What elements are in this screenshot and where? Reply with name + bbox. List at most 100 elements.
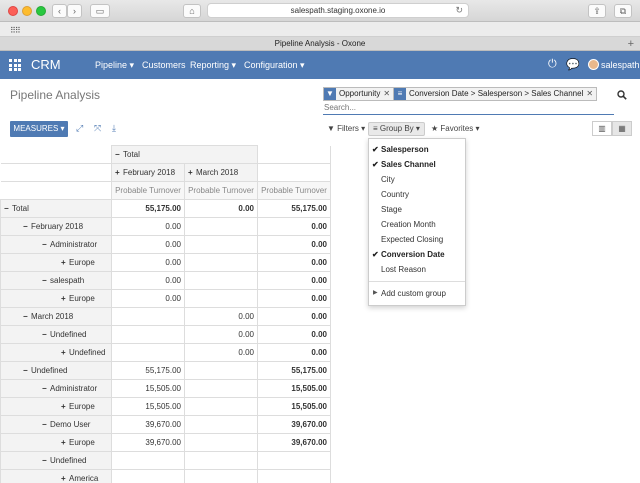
row-header[interactable]: + Undefined — [0, 343, 112, 362]
row-header[interactable]: − Undefined — [0, 325, 112, 344]
value-cell[interactable] — [184, 253, 258, 272]
back-button[interactable]: ‹ — [52, 4, 67, 18]
facet-groupby[interactable]: ≡ Conversion Date > Salesperson > Sales … — [393, 87, 598, 101]
value-cell[interactable]: 55,175.00 — [257, 199, 331, 218]
col-header-feb[interactable]: + February 2018 — [111, 163, 185, 182]
groupby-option[interactable]: Lost Reason — [369, 262, 465, 277]
value-cell[interactable] — [184, 361, 258, 380]
sidebar-toggle-button[interactable]: ▭ — [90, 4, 110, 18]
favorites-button[interactable]: ★ Favorites ▾ — [427, 122, 484, 136]
value-cell[interactable]: 0.00 — [111, 235, 185, 254]
search-input[interactable] — [323, 101, 614, 115]
top-sites-icon[interactable]: ⠿⠿ — [10, 26, 21, 35]
value-cell[interactable]: 15,505.00 — [111, 397, 185, 416]
groupby-option[interactable]: Stage — [369, 202, 465, 217]
value-cell[interactable]: 0.00 — [111, 271, 185, 290]
new-tab-icon[interactable]: + — [628, 37, 634, 51]
groupby-option[interactable]: Country — [369, 187, 465, 202]
value-cell[interactable] — [184, 469, 258, 483]
value-cell[interactable]: 0.00 — [257, 235, 331, 254]
value-cell[interactable] — [184, 217, 258, 236]
value-cell[interactable] — [257, 469, 331, 483]
value-cell[interactable]: 15,505.00 — [257, 379, 331, 398]
row-header[interactable]: − Administrator — [0, 379, 112, 398]
col-header-total[interactable]: − Total — [111, 145, 258, 164]
value-cell[interactable]: 0.00 — [257, 289, 331, 308]
menu-configuration[interactable]: Configuration ▾ — [244, 60, 305, 71]
value-cell[interactable] — [257, 451, 331, 470]
value-cell[interactable]: 39,670.00 — [111, 433, 185, 452]
measure-header[interactable]: Probable Turnover — [111, 181, 185, 200]
zoom-window-button[interactable] — [36, 6, 46, 16]
row-header[interactable]: − March 2018 — [0, 307, 112, 326]
value-cell[interactable] — [111, 343, 185, 362]
facet-filter[interactable]: ▼ Opportunity ✕ — [323, 87, 395, 101]
row-header[interactable]: + America — [0, 469, 112, 483]
value-cell[interactable]: 55,175.00 — [257, 361, 331, 380]
value-cell[interactable]: 0.00 — [257, 253, 331, 272]
filters-button[interactable]: ▼ Filters ▾ — [323, 122, 369, 136]
remove-facet-icon[interactable]: ✕ — [586, 88, 596, 100]
close-window-button[interactable] — [8, 6, 18, 16]
value-cell[interactable] — [184, 433, 258, 452]
value-cell[interactable]: 0.00 — [257, 271, 331, 290]
chat-icon[interactable]: 💬 — [566, 58, 580, 71]
value-cell[interactable]: 0.00 — [257, 217, 331, 236]
address-bar[interactable]: salespath.staging.oxone.io ↻ — [207, 3, 469, 18]
row-header[interactable]: − Total — [0, 199, 112, 218]
col-header-mar[interactable]: + March 2018 — [184, 163, 258, 182]
value-cell[interactable]: 0.00 — [184, 307, 258, 326]
activity-clock-icon[interactable]: ⏻ — [548, 58, 557, 71]
value-cell[interactable]: 0.00 — [111, 253, 185, 272]
forward-button[interactable]: › — [67, 4, 82, 18]
graph-view-button[interactable]: ▥ — [592, 121, 612, 136]
row-header[interactable]: − Demo User — [0, 415, 112, 434]
groupby-option[interactable]: ✔ Conversion Date — [369, 247, 465, 262]
user-menu[interactable]: salespath — [601, 60, 640, 70]
row-header[interactable]: − February 2018 — [0, 217, 112, 236]
measure-header[interactable]: Probable Turnover — [184, 181, 258, 200]
measures-button[interactable]: MEASURES ▾ — [10, 121, 68, 137]
download-icon[interactable]: ⤓ — [112, 123, 116, 134]
reload-icon[interactable]: ↻ — [455, 4, 463, 17]
pivot-view-button[interactable]: ▦ — [612, 121, 632, 136]
value-cell[interactable] — [184, 289, 258, 308]
avatar[interactable] — [588, 59, 599, 70]
value-cell[interactable]: 39,670.00 — [257, 415, 331, 434]
home-button[interactable]: ⌂ — [183, 4, 201, 18]
row-header[interactable]: − Undefined — [0, 361, 112, 380]
apps-menu-icon[interactable] — [9, 59, 21, 71]
value-cell[interactable] — [111, 469, 185, 483]
value-cell[interactable] — [184, 451, 258, 470]
row-header[interactable]: − Administrator — [0, 235, 112, 254]
row-header[interactable]: − Undefined — [0, 451, 112, 470]
groupby-option[interactable]: Expected Closing — [369, 232, 465, 247]
value-cell[interactable]: 0.00 — [111, 289, 185, 308]
value-cell[interactable]: 0.00 — [184, 325, 258, 344]
share-button[interactable]: ⇪ — [588, 4, 606, 18]
row-header[interactable]: + Europe — [0, 397, 112, 416]
value-cell[interactable] — [111, 307, 185, 326]
value-cell[interactable] — [184, 235, 258, 254]
value-cell[interactable]: 0.00 — [257, 325, 331, 344]
row-header[interactable]: + Europe — [0, 433, 112, 452]
groupby-option[interactable]: City — [369, 172, 465, 187]
menu-reporting[interactable]: Reporting ▾ — [190, 60, 236, 71]
groupby-option[interactable]: ✔ Salesperson — [369, 142, 465, 157]
row-header[interactable]: + Europe — [0, 253, 112, 272]
add-custom-group[interactable]: ▶ Add custom group — [369, 286, 465, 301]
flip-axis-icon[interactable]: ⤢ — [76, 123, 83, 134]
value-cell[interactable]: 0.00 — [257, 307, 331, 326]
value-cell[interactable]: 39,670.00 — [257, 433, 331, 452]
value-cell[interactable] — [184, 415, 258, 434]
expand-all-icon[interactable]: ⤧ — [94, 123, 101, 134]
groupby-option[interactable]: ✔ Sales Channel — [369, 157, 465, 172]
value-cell[interactable] — [111, 451, 185, 470]
row-header[interactable]: + Europe — [0, 289, 112, 308]
value-cell[interactable] — [111, 325, 185, 344]
groupby-option[interactable]: Creation Month — [369, 217, 465, 232]
group-by-button[interactable]: ≡ Group By ▾ — [368, 122, 425, 136]
value-cell[interactable]: 0.00 — [184, 199, 258, 218]
remove-facet-icon[interactable]: ✕ — [383, 88, 393, 100]
tabs-overview-button[interactable]: ⧉ — [614, 4, 632, 18]
